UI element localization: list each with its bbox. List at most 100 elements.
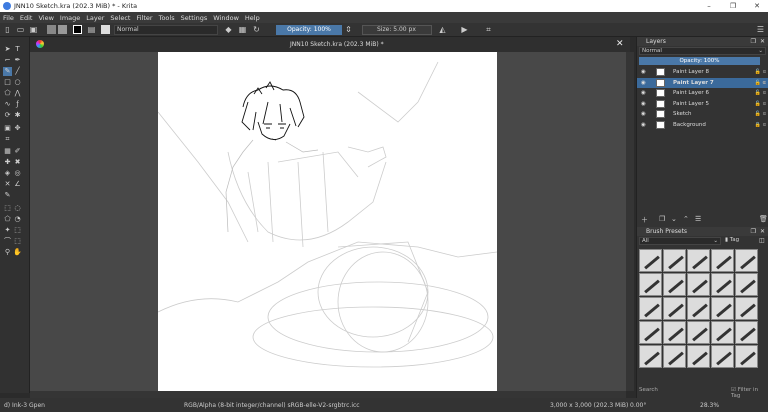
vertical-scrollbar[interactable] xyxy=(626,52,634,391)
measure-tool-icon[interactable]: ∠ xyxy=(13,180,22,189)
visibility-eye-icon[interactable]: ◉ xyxy=(641,99,647,109)
dynamic-brush-icon[interactable]: ⟳ xyxy=(3,111,12,120)
brush-preset-item[interactable] xyxy=(639,321,662,344)
menu-window[interactable]: Window xyxy=(213,14,239,22)
freehand-brush-icon[interactable]: ✎ xyxy=(3,67,12,76)
close-window-button[interactable]: ✕ xyxy=(746,0,768,12)
size-slider[interactable]: Size: 5.00 px xyxy=(362,25,432,35)
brush-settings-icon[interactable]: ▤ xyxy=(87,25,96,34)
delete-layer-icon[interactable]: 🗑 xyxy=(759,215,768,223)
layer-opacity-slider[interactable]: Opacity: 100% xyxy=(639,57,760,65)
close-panel-icon[interactable]: ✕ xyxy=(760,37,765,46)
layer-flags-icon[interactable]: 🔓 α xyxy=(755,88,766,98)
layer-row[interactable]: ◉ Background 🔒 α xyxy=(637,120,768,131)
visibility-eye-icon[interactable]: ◉ xyxy=(641,109,647,119)
panel-menu-icon[interactable]: ☰ xyxy=(756,25,765,34)
move-layer-down-icon[interactable]: ⌄ xyxy=(671,215,677,223)
wrap-around-icon[interactable]: ⌗ xyxy=(484,25,493,34)
view-mode-icon[interactable]: ◫ xyxy=(759,237,765,244)
layer-flags-icon[interactable]: 🔓 α xyxy=(755,99,766,109)
similar-select-icon[interactable]: ⬚ xyxy=(13,226,22,235)
move-layer-up-icon[interactable]: ⌃ xyxy=(683,215,689,223)
save-icon[interactable]: ▣ xyxy=(29,25,38,34)
magnetic-select-icon[interactable]: ⬚ xyxy=(13,237,22,246)
blend-mode-select[interactable]: Normal xyxy=(114,25,218,35)
rotation-status[interactable]: 0.00° xyxy=(630,402,646,409)
layer-flags-icon[interactable]: 🔓 α xyxy=(755,78,766,88)
layer-flags-icon[interactable]: 🔓 α xyxy=(755,109,766,119)
colorize-mask-icon[interactable]: ✖ xyxy=(13,158,22,167)
brush-preset-item[interactable] xyxy=(639,345,662,368)
brush-preset-item[interactable] xyxy=(735,345,758,368)
opacity-stepper-icon[interactable]: ⇕ xyxy=(344,25,353,34)
bezier-tool-icon[interactable]: ∿ xyxy=(3,100,12,109)
brush-preset-item[interactable] xyxy=(663,321,686,344)
transform-tool-icon[interactable]: ▣ xyxy=(3,124,12,133)
brush-preset-item[interactable] xyxy=(687,321,710,344)
move-tool-icon[interactable]: ✥ xyxy=(13,124,22,133)
open-document-icon[interactable]: ▭ xyxy=(16,25,25,34)
menu-edit[interactable]: Edit xyxy=(20,14,33,22)
brush-preset-item[interactable] xyxy=(639,273,662,296)
fill-tool-icon[interactable]: ◈ xyxy=(3,169,12,178)
brush-preset-item[interactable] xyxy=(711,273,734,296)
brush-search-input[interactable]: Search xyxy=(639,387,658,393)
calligraphy-icon[interactable]: ✒ xyxy=(13,56,22,65)
brush-preset-item[interactable] xyxy=(711,249,734,272)
visibility-eye-icon[interactable]: ◉ xyxy=(641,67,647,77)
smart-patch-icon[interactable]: ✚ xyxy=(3,158,12,167)
brush-preset-item[interactable] xyxy=(735,321,758,344)
menu-settings[interactable]: Settings xyxy=(181,14,208,22)
canvas-paper[interactable] xyxy=(158,52,497,391)
line-tool-icon[interactable]: ╱ xyxy=(13,67,22,76)
opacity-slider[interactable]: Opacity: 100% xyxy=(276,25,342,35)
layer-row[interactable]: ◉ Paint Layer 8 🔓 α xyxy=(637,67,768,78)
layer-row[interactable]: ◉ Paint Layer 7 🔓 α xyxy=(637,77,768,88)
crop-tool-icon[interactable]: ⌗ xyxy=(3,135,12,144)
brush-preset-item[interactable] xyxy=(711,345,734,368)
layer-flags-icon[interactable]: 🔓 α xyxy=(755,67,766,77)
brush-preset-item[interactable] xyxy=(735,249,758,272)
brush-preset-item[interactable] xyxy=(663,345,686,368)
polyline-tool-icon[interactable]: ⋀ xyxy=(13,89,22,98)
polygon-tool-icon[interactable]: ⬠ xyxy=(3,89,12,98)
brush-preset-item[interactable] xyxy=(663,249,686,272)
brush-preset-item[interactable] xyxy=(711,297,734,320)
bezier-select-icon[interactable]: ⌒ xyxy=(3,237,12,246)
pan-tool-icon[interactable]: ✋ xyxy=(13,248,22,257)
document-tab[interactable]: JNN10 Sketch.kra (202.3 MiB) * ✕ xyxy=(30,37,630,52)
add-layer-icon[interactable]: ＋ xyxy=(641,215,648,225)
polygon-select-icon[interactable]: ⬠ xyxy=(3,215,12,224)
layer-blend-mode-select[interactable]: Normal ⌄ xyxy=(639,47,766,55)
enclose-fill-icon[interactable]: ◎ xyxy=(13,169,22,178)
brush-preset-item[interactable] xyxy=(687,273,710,296)
brush-preset-item[interactable] xyxy=(711,321,734,344)
reference-images-icon[interactable]: ✎ xyxy=(3,191,12,200)
ellipse-select-icon[interactable]: ◌ xyxy=(13,204,22,213)
select-shapes-icon[interactable]: ➤ xyxy=(3,45,12,54)
text-tool-icon[interactable]: T xyxy=(13,45,22,54)
contiguous-select-icon[interactable]: ✦ xyxy=(3,226,12,235)
layer-row[interactable]: ◉ Paint Layer 5 🔓 α xyxy=(637,99,768,110)
brush-preset-item[interactable] xyxy=(687,297,710,320)
freehand-path-icon[interactable]: ƒ xyxy=(13,100,22,109)
brush-preset-item[interactable] xyxy=(639,249,662,272)
layer-properties-icon[interactable]: ☰ xyxy=(695,215,701,223)
maximize-button[interactable]: ❐ xyxy=(722,0,744,12)
menu-image[interactable]: Image xyxy=(60,14,80,22)
brush-preset-item[interactable] xyxy=(663,273,686,296)
current-brush-status[interactable]: d) Ink-3 Gpen xyxy=(4,402,45,409)
edit-shapes-icon[interactable]: ⌐ xyxy=(3,56,12,65)
pattern-swatch-icon[interactable] xyxy=(58,25,67,34)
freehand-select-icon[interactable]: ◔ xyxy=(13,215,22,224)
menu-tools[interactable]: Tools xyxy=(159,14,175,22)
brush-preset-item[interactable] xyxy=(735,297,758,320)
visibility-eye-icon[interactable]: ◉ xyxy=(641,120,647,130)
tag-button[interactable]: ▮ Tag xyxy=(725,237,739,243)
brush-preset-item[interactable] xyxy=(687,249,710,272)
visibility-eye-icon[interactable]: ◉ xyxy=(641,78,647,88)
horizontal-scrollbar[interactable] xyxy=(30,391,626,398)
minimize-button[interactable]: – xyxy=(698,0,720,12)
menu-view[interactable]: View xyxy=(38,14,53,22)
gradient-tool-icon[interactable]: ▦ xyxy=(3,147,12,156)
